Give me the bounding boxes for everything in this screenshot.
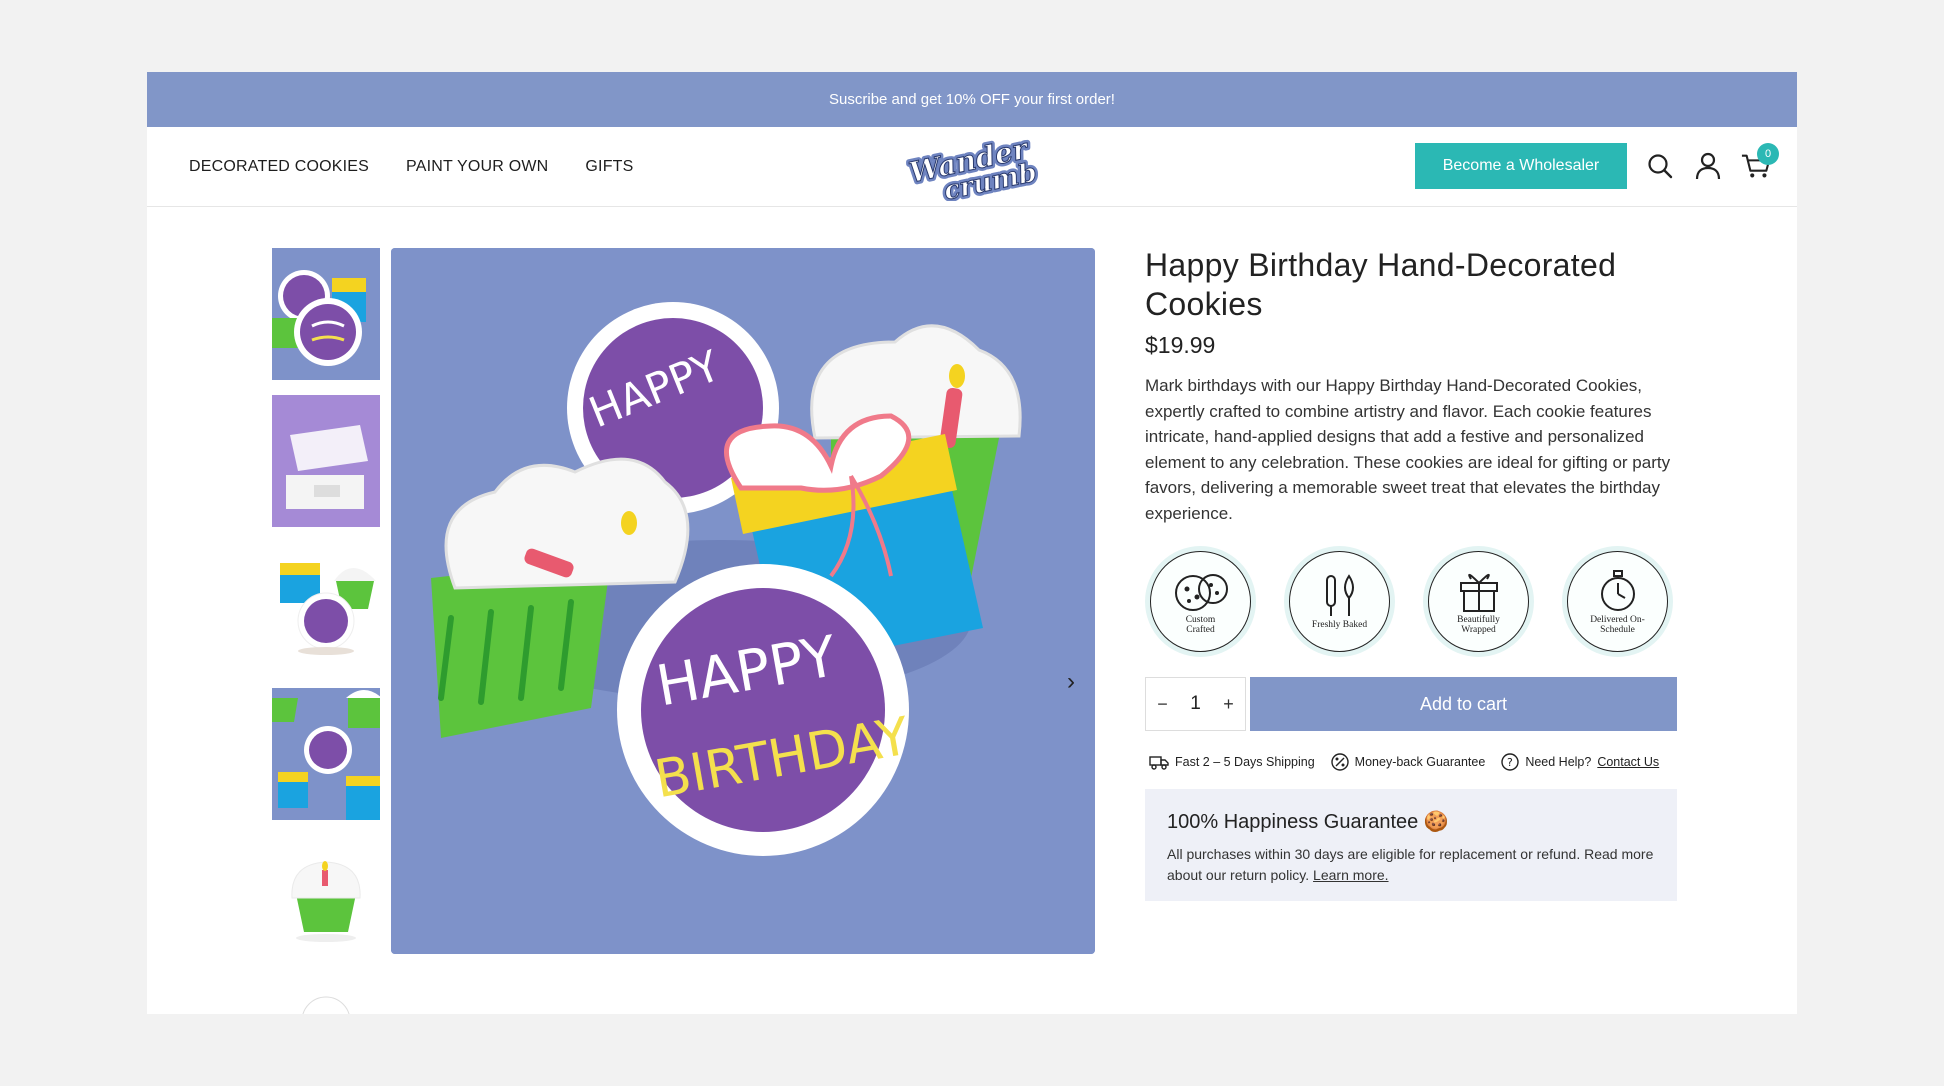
quantity-stepper: − 1 +: [1145, 677, 1246, 731]
thumbnail-3[interactable]: [272, 541, 380, 673]
site-logo[interactable]: Wander Wander crumb crumb: [900, 129, 1050, 210]
product-description: Mark birthdays with our Happy Birthday H…: [1145, 376, 1671, 523]
search-icon[interactable]: [1645, 151, 1675, 181]
perk-help-label: Need Help?: [1525, 755, 1592, 769]
perk-guarantee-label: Money-back Guarantee: [1354, 755, 1486, 769]
thumbnail-2[interactable]: [272, 395, 380, 527]
feature-freshly-baked: Freshly Baked: [1284, 546, 1395, 657]
guarantee-body: All purchases within 30 days are eligibl…: [1167, 846, 1654, 883]
main-nav: DECORATED COOKIES PAINT YOUR OWN GIFTS: [189, 158, 634, 176]
nav-paint-your-own[interactable]: PAINT YOUR OWN: [406, 158, 548, 176]
purchase-row: − 1 + Add to cart: [1145, 677, 1677, 731]
learn-more-link[interactable]: Learn more.: [1313, 867, 1388, 883]
guarantee-text: All purchases within 30 days are eligibl…: [1167, 844, 1655, 886]
account-icon[interactable]: [1693, 151, 1723, 181]
cart-icon[interactable]: 0: [1741, 143, 1779, 181]
nav-gifts[interactable]: GIFTS: [585, 158, 633, 176]
perks-row: Fast 2 – 5 Days Shipping Money-back Guar…: [1149, 753, 1677, 771]
perk-shipping-label: Fast 2 – 5 Days Shipping: [1175, 755, 1315, 769]
contact-us-link[interactable]: Contact Us: [1597, 755, 1659, 769]
perk-shipping: Fast 2 – 5 Days Shipping: [1149, 754, 1315, 770]
main-product-image: HAPPY HAPPY BIRTHDAY ›: [391, 248, 1095, 954]
truck-icon: [1149, 756, 1169, 770]
quantity-increase-button[interactable]: +: [1223, 694, 1234, 715]
site-header: DECORATED COOKIES PAINT YOUR OWN GIFTS W…: [147, 127, 1797, 210]
page-frame: Suscribe and get 10% OFF your first orde…: [147, 72, 1797, 1014]
cookie-icon: [1174, 573, 1228, 611]
quantity-value[interactable]: 1: [1190, 693, 1201, 715]
quantity-decrease-button[interactable]: −: [1157, 694, 1168, 715]
thumbnail-4[interactable]: [272, 688, 380, 820]
header-actions: Become a Wholesaler 0: [1415, 143, 1779, 189]
product-price: $19.99: [1145, 332, 1216, 358]
next-image-arrow[interactable]: ›: [1067, 668, 1075, 696]
cart-count-badge: 0: [1757, 143, 1779, 165]
feature-beautifully-wrapped: Beautifully Wrapped: [1423, 546, 1534, 657]
add-to-cart-button[interactable]: Add to cart: [1250, 677, 1677, 731]
announcement-bar: Suscribe and get 10% OFF your first orde…: [147, 72, 1797, 127]
feature-delivered-on-schedule: Delivered On-Schedule: [1562, 546, 1673, 657]
product-info: Happy Birthday Hand-Decorated Cookies $1…: [1145, 246, 1677, 901]
thumbnail-list: [264, 248, 384, 1014]
product-title: Happy Birthday Hand-Decorated Cookies: [1145, 247, 1617, 322]
stopwatch-icon: [1600, 569, 1635, 611]
percent-icon: [1330, 753, 1349, 771]
svg-text:?: ?: [1507, 756, 1513, 769]
perk-help: ? Need Help? Contact Us: [1501, 753, 1659, 771]
thumbnail-1[interactable]: [272, 248, 380, 380]
feature-custom-crafted: Custom Crafted: [1145, 546, 1256, 657]
baking-tools-icon: [1325, 573, 1354, 616]
guarantee-title: 100% Happiness Guarantee 🍪: [1167, 811, 1449, 833]
nav-decorated-cookies[interactable]: DECORATED COOKIES: [189, 158, 369, 176]
thumbnail-5[interactable]: [272, 834, 380, 966]
become-wholesaler-button[interactable]: Become a Wholesaler: [1415, 143, 1627, 189]
happiness-guarantee-box: 100% Happiness Guarantee 🍪 All purchases…: [1145, 789, 1677, 901]
help-icon: ?: [1501, 753, 1520, 771]
thumbnail-6[interactable]: [272, 981, 380, 1014]
perk-guarantee: Money-back Guarantee: [1330, 753, 1486, 771]
feature-badges: Custom Crafted Freshly Baked Beautifully…: [1145, 546, 1677, 657]
announcement-text: Suscribe and get 10% OFF your first orde…: [829, 91, 1115, 108]
gift-icon: [1459, 573, 1498, 612]
